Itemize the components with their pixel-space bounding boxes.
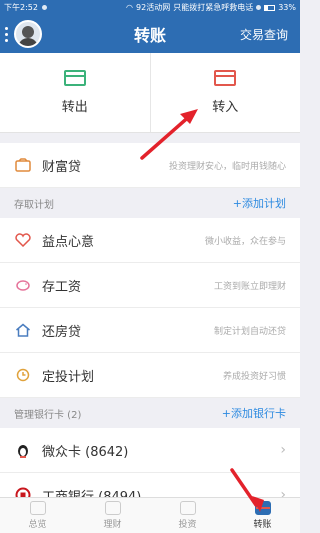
plan-item-yidian[interactable]: 益点心意 微小收益，众在参与 (0, 218, 300, 263)
tab-transfer[interactable]: 转账 (225, 498, 300, 533)
transfer-in-label: 转入 (212, 100, 239, 115)
card-in-icon (214, 70, 237, 86)
status-notice: 只能拨打紧急呼救电话 (173, 3, 254, 12)
battery-level: 33% (278, 3, 296, 12)
tab-label: 投资 (178, 520, 197, 530)
plan-item-mortgage[interactable]: 还房贷 制定计划自动还贷 (0, 308, 300, 353)
plan-name: 定投计划 (42, 369, 95, 385)
plan-name: 还房贷 (42, 324, 82, 340)
bank-card-item[interactable]: 微众卡 (8642) › (0, 428, 300, 473)
plan-desc: 养成投资好习惯 (222, 371, 286, 382)
tab-overview[interactable]: 总览 (0, 498, 75, 533)
add-bank-card-button[interactable]: +添加银行卡 (222, 405, 286, 421)
bank-card-icon (254, 501, 271, 515)
bank-card-name: 微众卡 (8642) (42, 444, 129, 460)
plans-section-title: 存取计划 (14, 199, 54, 211)
wealth-loan-name: 财富贷 (42, 159, 82, 175)
plan-desc: 制定计划自动还贷 (213, 326, 286, 337)
notification-icon (41, 5, 47, 10)
plan-item-fixed-investment[interactable]: 定投计划 养成投资好习惯 (0, 353, 300, 398)
bottom-tab-bar: 总览 理财 投资 转账 (0, 497, 300, 533)
alarm-icon (256, 5, 262, 10)
overview-icon (29, 501, 46, 515)
status-time: 下午2:52 (4, 3, 38, 12)
clock-icon (14, 366, 32, 384)
add-plan-button[interactable]: +添加计划 (233, 195, 286, 211)
transfer-out-button[interactable]: 转出 (0, 53, 150, 132)
tab-wealth[interactable]: 理财 (75, 498, 150, 533)
heart-icon (14, 231, 32, 249)
penguin-icon (14, 441, 32, 459)
wealth-loan-desc: 投资理财安心，临时用钱随心 (168, 161, 286, 172)
tab-label: 转账 (253, 520, 272, 530)
invest-icon (179, 501, 196, 515)
status-carrier: 92活动网 (136, 3, 171, 12)
tab-label: 理财 (103, 520, 122, 530)
chevron-right-icon: › (280, 442, 286, 458)
tab-label: 总览 (28, 520, 47, 530)
plans-section-header: 存取计划 +添加计划 (0, 188, 300, 218)
wallet-icon (14, 156, 32, 174)
transfer-in-button[interactable]: 转入 (149, 53, 301, 132)
plan-name: 存工资 (42, 279, 82, 295)
card-out-icon (63, 70, 86, 86)
plan-desc: 微小收益，众在参与 (204, 236, 286, 247)
plan-item-salary[interactable]: 存工资 工资到账立即理财 (0, 263, 300, 308)
transfer-panel: 转出 转入 (0, 53, 300, 133)
house-icon (14, 321, 32, 339)
transfer-out-label: 转出 (61, 100, 88, 115)
plan-desc: 工资到账立即理财 (213, 281, 286, 292)
tab-invest[interactable]: 投资 (150, 498, 225, 533)
plan-name: 益点心意 (42, 234, 95, 250)
wealth-icon (104, 501, 121, 515)
wifi-icon: ◠ (126, 3, 134, 12)
wealth-loan-item[interactable]: 财富贷 投资理财安心，临时用钱随心 (0, 143, 300, 188)
cards-section-title: 管理银行卡 (2) (14, 409, 82, 421)
status-bar: 下午2:52 ◠ 92活动网 只能拨打紧急呼救电话 33% (0, 0, 300, 15)
transaction-query-link[interactable]: 交易查询 (240, 26, 288, 43)
cards-section-header: 管理银行卡 (2) +添加银行卡 (0, 398, 300, 428)
piggy-bank-icon (14, 276, 32, 294)
app-header: 转账 交易查询 (0, 15, 300, 53)
battery-icon (264, 4, 276, 11)
